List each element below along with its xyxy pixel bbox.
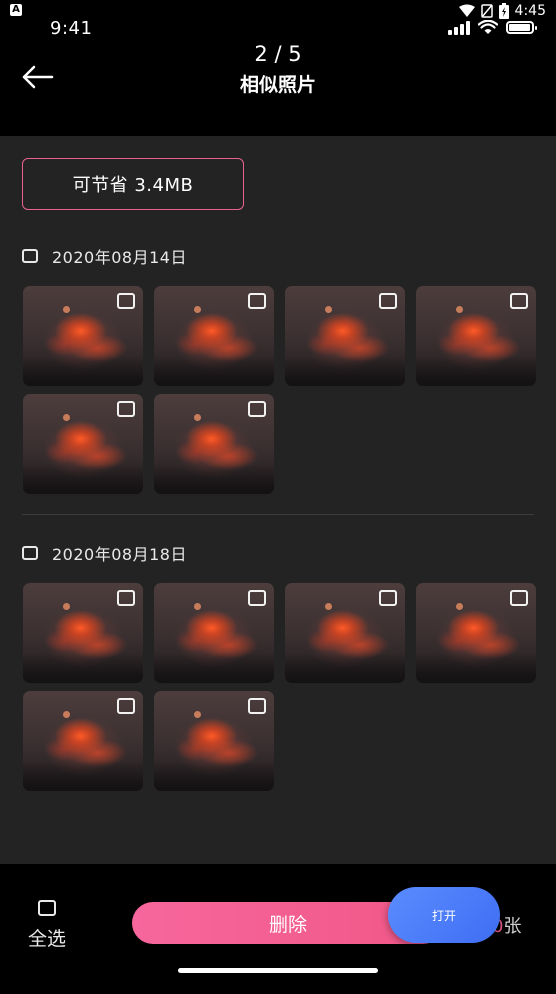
photo-thumbnail[interactable] <box>23 286 143 386</box>
photo-thumbnail[interactable] <box>23 394 143 494</box>
photo-thumbnail[interactable] <box>154 691 274 791</box>
bottom-action-bar: 全选 删除 0张 打开 <box>0 864 556 994</box>
group-select-2020-08-18[interactable]: 2020年08月18日 <box>22 541 187 565</box>
photo-list: 可节省 3.4MB 2020年08月14日 2020年08月18日 <box>0 136 556 864</box>
photo-thumbnail[interactable] <box>154 286 274 386</box>
checkbox-icon[interactable] <box>510 293 528 309</box>
checkbox-icon[interactable] <box>379 293 397 309</box>
checkbox-icon[interactable] <box>248 590 266 606</box>
status-bar: A 4:45 9:41 <box>0 0 556 40</box>
signal-icon <box>448 20 470 35</box>
photo-grid-group-1 <box>23 286 536 494</box>
checkbox-icon[interactable] <box>117 590 135 606</box>
wifi-icon <box>458 4 475 17</box>
nav-header: 2 / 5 相似照片 <box>0 40 556 136</box>
select-all-label: 全选 <box>27 928 66 950</box>
checkbox-icon[interactable] <box>117 698 135 714</box>
photo-thumbnail[interactable] <box>285 583 405 683</box>
checkbox-icon[interactable] <box>22 546 38 560</box>
checkbox-icon[interactable] <box>248 293 266 309</box>
home-indicator[interactable] <box>178 968 378 973</box>
page-counter: 2 / 5 <box>254 42 302 66</box>
photo-grid-group-2 <box>23 583 536 791</box>
group-select-2020-08-14[interactable]: 2020年08月14日 <box>22 244 187 268</box>
selected-count-unit: 张 <box>503 916 522 937</box>
photo-thumbnail[interactable] <box>23 583 143 683</box>
photo-thumbnail[interactable] <box>154 394 274 494</box>
battery-charging-icon <box>498 3 509 19</box>
checkbox-icon[interactable] <box>38 900 56 916</box>
select-all-button[interactable]: 全选 <box>22 900 72 951</box>
notification-badge-icon: A <box>10 4 22 16</box>
system-status-icons: 4:45 <box>458 2 546 20</box>
ios-status-icons <box>448 20 537 35</box>
checkbox-icon[interactable] <box>379 590 397 606</box>
ios-clock: 9:41 <box>50 18 93 39</box>
checkbox-icon[interactable] <box>248 698 266 714</box>
photo-thumbnail[interactable] <box>285 286 405 386</box>
checkbox-icon[interactable] <box>117 401 135 417</box>
photo-thumbnail[interactable] <box>416 286 536 386</box>
open-floating-button[interactable]: 打开 <box>388 887 500 943</box>
checkbox-icon[interactable] <box>22 249 38 263</box>
checkbox-icon[interactable] <box>248 401 266 417</box>
group-date-label: 2020年08月18日 <box>52 545 187 564</box>
checkbox-icon[interactable] <box>510 590 528 606</box>
android-clock: 4:45 <box>514 3 546 19</box>
page-title: 相似照片 <box>239 74 316 96</box>
photo-thumbnail[interactable] <box>416 583 536 683</box>
no-sim-icon <box>480 4 493 18</box>
group-date-label: 2020年08月14日 <box>52 248 187 267</box>
photo-thumbnail[interactable] <box>23 691 143 791</box>
savings-badge: 可节省 3.4MB <box>22 158 244 210</box>
battery-icon <box>506 21 537 34</box>
wifi-icon <box>478 20 498 34</box>
checkbox-icon[interactable] <box>117 293 135 309</box>
photo-thumbnail[interactable] <box>154 583 274 683</box>
group-divider <box>22 514 534 515</box>
